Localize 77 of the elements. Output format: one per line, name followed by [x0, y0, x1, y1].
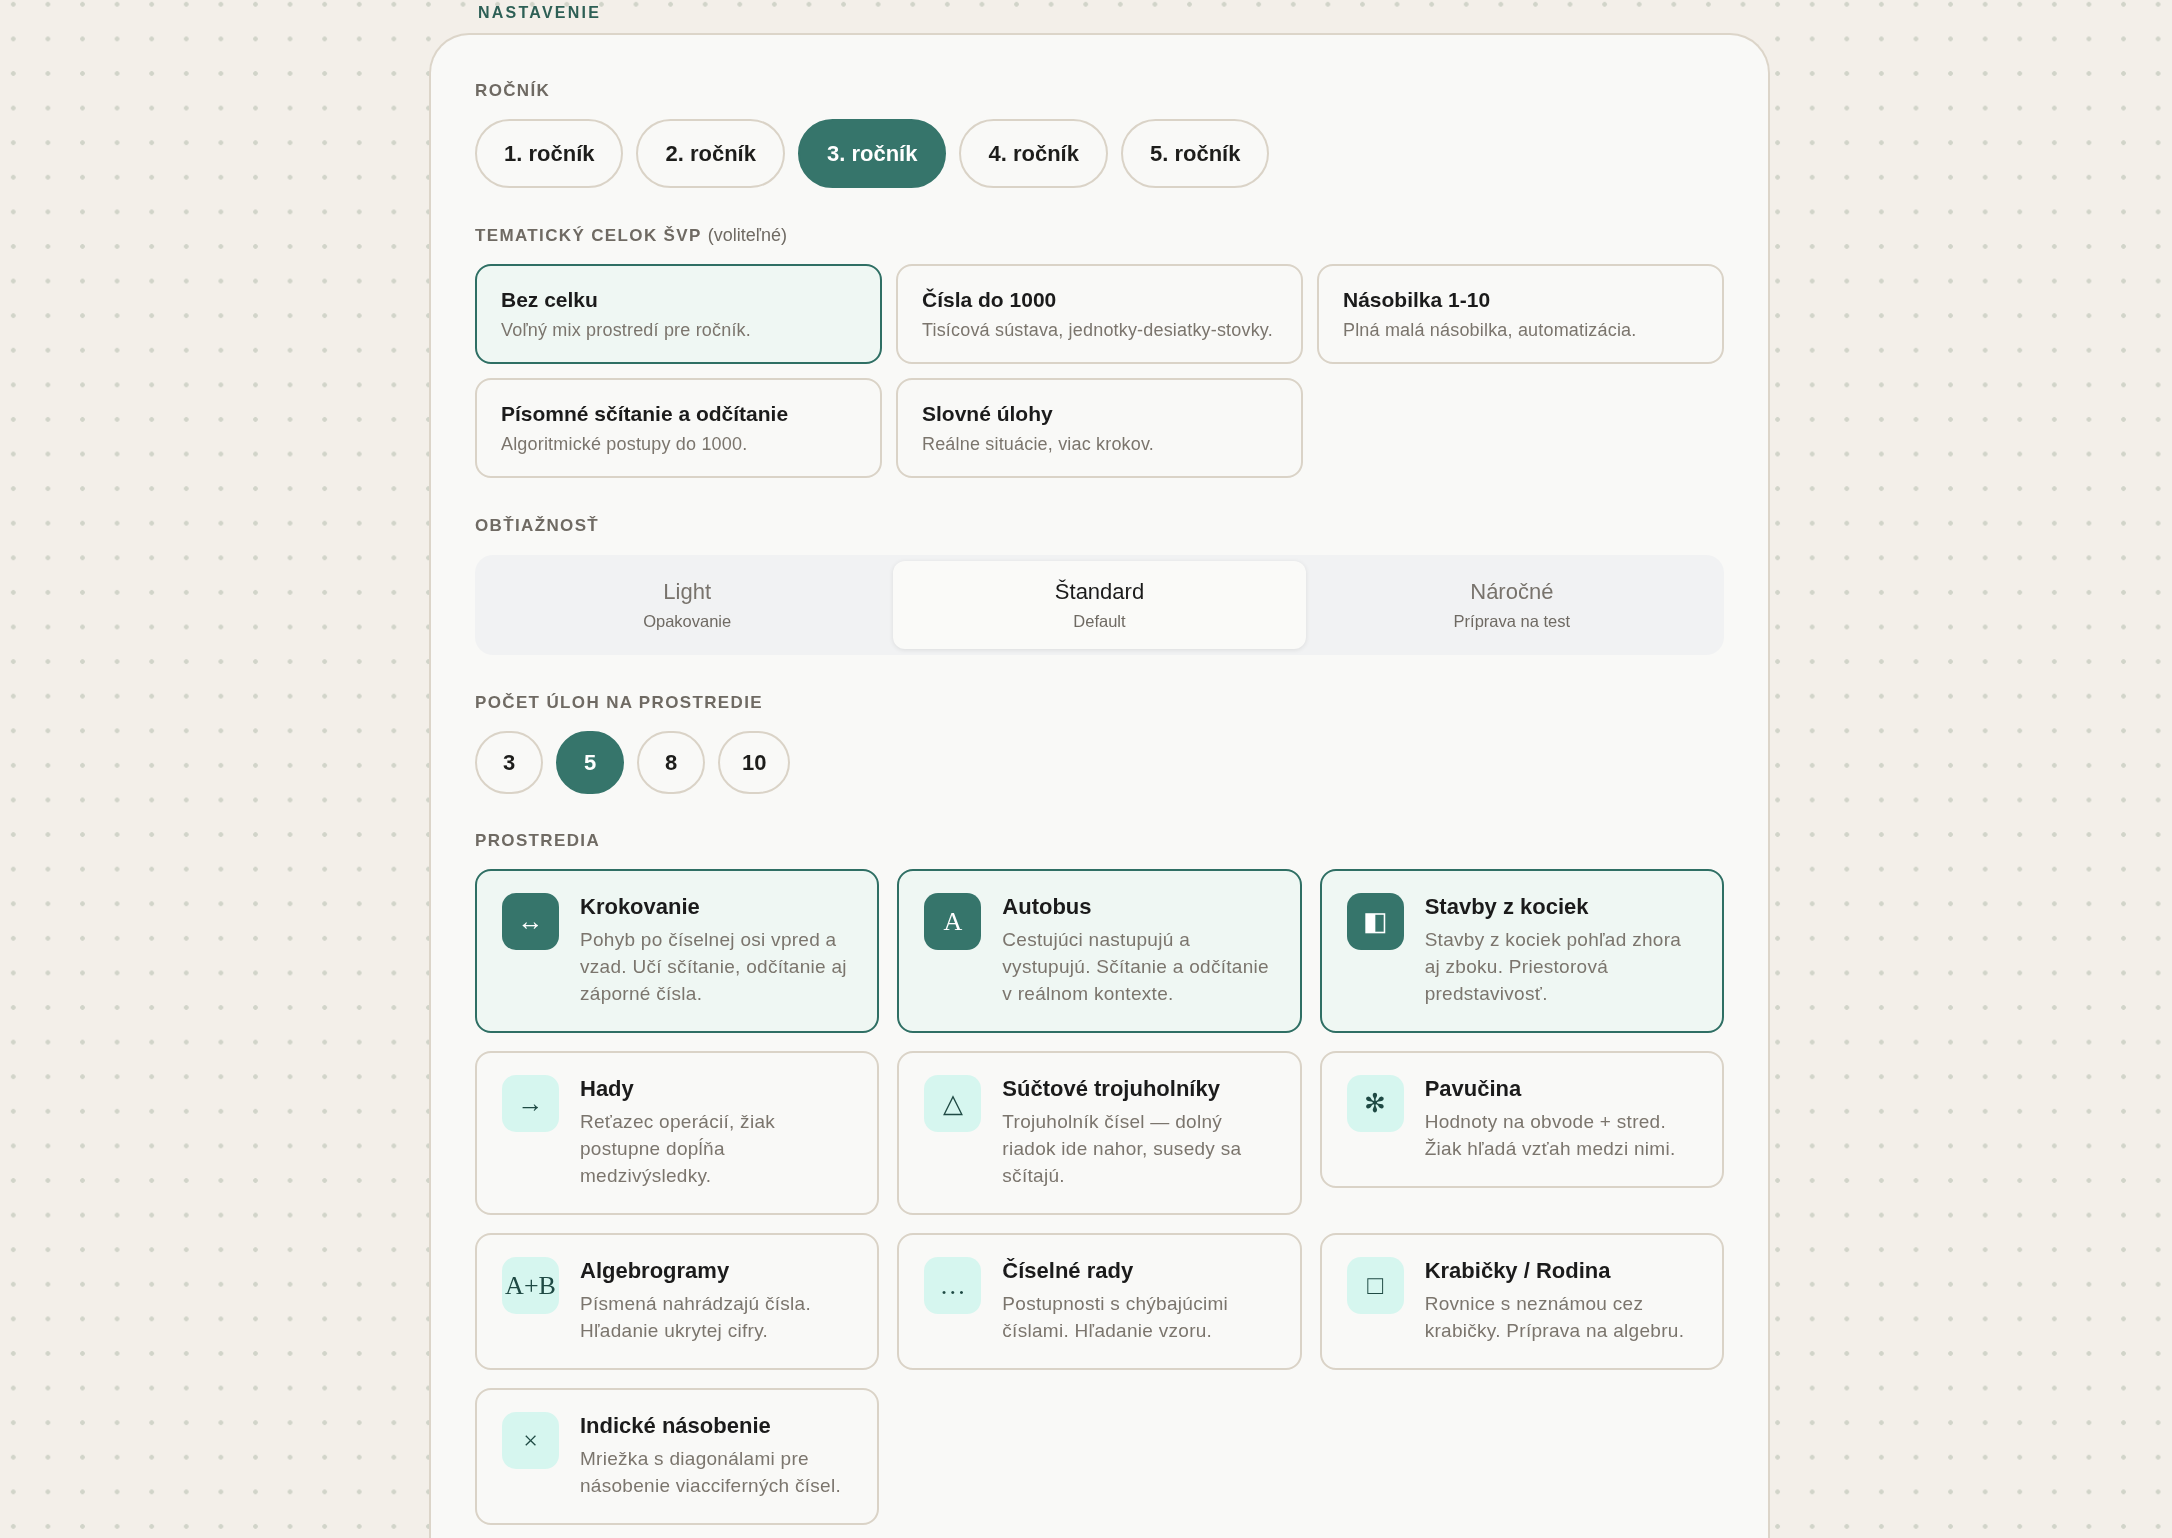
- grade-option[interactable]: 5. ročník: [1120, 119, 1270, 188]
- difficulty-subtitle: Default: [1073, 611, 1126, 631]
- environment-description: Postupnosti s chýbajúcimi číslami. Hľadanie vzoru.: [1002, 1292, 1230, 1343]
- count-option[interactable]: 5: [556, 731, 624, 794]
- half-square-icon: ◧: [1346, 893, 1404, 950]
- topic-description: Tisícová sústava, jednotky-desiatky-stovky.: [922, 319, 1273, 341]
- section-label: POČET ÚLOH NA PROSTREDIE: [475, 693, 763, 713]
- cross-icon: ×: [502, 1412, 559, 1469]
- count-option[interactable]: 8: [637, 731, 705, 794]
- difficulty-title: Light: [663, 579, 711, 605]
- topic-title: Násobilka 1-10: [1343, 287, 1491, 313]
- difficulty-option[interactable]: Štandard Default: [893, 561, 1306, 649]
- environment-title: Hady: [580, 1075, 635, 1103]
- environment-title: Algebrogramy: [580, 1257, 731, 1285]
- count-option[interactable]: 3: [475, 731, 543, 794]
- grade-option[interactable]: 2. ročník: [636, 119, 785, 188]
- ellipsis-icon: …: [924, 1257, 982, 1314]
- environment-description: Cestujúci nastupujú a vystupujú. Sčítanie a odčítanie v reálnom kontexte.: [1002, 928, 1270, 1006]
- environment-description: Pohyb po číselnej osi vpred a vzad. Učí sčítanie, odčítanie aj záporné čísla.: [580, 928, 848, 1006]
- asterisk-icon: ✻: [1346, 1075, 1404, 1132]
- environment-description: Mriežka s diagonálami pre násobenie viacciferných čísel.: [580, 1447, 842, 1498]
- topic-card[interactable]: Bez celku Voľný mix prostredí pre ročník.: [475, 264, 882, 364]
- grade-option[interactable]: 4. ročník: [959, 119, 1108, 188]
- grade-option[interactable]: 1. ročník: [475, 119, 624, 188]
- section-label: ROČNÍK: [475, 81, 551, 101]
- topic-title: Písomné sčítanie a odčítanie: [501, 401, 789, 427]
- grade-option[interactable]: 3. ročník: [797, 119, 947, 188]
- topic-description: Voľný mix prostredí pre ročník.: [501, 319, 751, 341]
- topic-card[interactable]: Násobilka 1-10 Plná malá násobilka, automatizácia.: [1317, 264, 1724, 364]
- section-label: PROSTREDIA: [475, 831, 601, 851]
- count-option[interactable]: 10: [718, 731, 791, 794]
- difficulty-title: Štandard: [1054, 579, 1145, 605]
- topic-card[interactable]: Čísla do 1000 Tisícová sústava, jednotky-desiatky-stovky.: [896, 264, 1303, 364]
- topic-title: Bez celku: [501, 287, 598, 313]
- topic-title: Čísla do 1000: [922, 287, 1057, 313]
- topic-card[interactable]: Slovné úlohy Reálne situácie, viac krokov.: [896, 378, 1303, 478]
- difficulty-title: Náročné: [1470, 579, 1554, 605]
- environment-title: Stavby z kociek: [1424, 893, 1590, 921]
- environment-card[interactable]: ↔ Krokovanie Pohyb po číselnej osi vpred a vzad. Učí sčítanie, odčítanie aj záporné čísla.: [475, 869, 880, 1033]
- environment-card[interactable]: … Číselné rady Postupnosti s chýbajúcimi číslami. Hľadanie vzoru.: [897, 1233, 1302, 1370]
- environment-card[interactable]: △ Súčtové trojuholníky Trojuholník čísel — dolný riadok ide nahor, susedy sa sčítajú.: [897, 1051, 1302, 1215]
- square-icon: □: [1346, 1257, 1404, 1314]
- environment-card[interactable]: A+B Algebrogramy Písmená nahrádzajú čísla. Hľadanie ukrytej cifry.: [475, 1233, 880, 1370]
- environment-description: Trojuholník čísel — dolný riadok ide nahor, susedy sa sčítajú.: [1002, 1110, 1243, 1188]
- environment-title: Číselné rady: [1002, 1257, 1135, 1285]
- difficulty-subtitle: Príprava na test: [1453, 611, 1571, 631]
- environment-card[interactable]: ✻ Pavučina Hodnoty na obvode + stred. Žiak hľadá vzťah medzi nimi.: [1319, 1051, 1724, 1188]
- environment-card[interactable]: × Indické násobenie Mriežka s diagonálami pre násobenie viacciferných čísel.: [475, 1388, 880, 1525]
- environment-card[interactable]: □ Krabičky / Rodina Rovnice s neznámou cez krabičky. Príprava na algebru.: [1319, 1233, 1724, 1370]
- topic-description: Algoritmické postupy do 1000.: [501, 433, 748, 455]
- environment-card[interactable]: ◧ Stavby z kociek Stavby z kociek pohľad zhora aj zboku. Priestorová predstavivosť.: [1319, 869, 1724, 1033]
- environment-title: Indické násobenie: [580, 1412, 772, 1440]
- environment-title: Krokovanie: [580, 893, 701, 921]
- section-label: TEMATICKÝ CELOK ŠVP: [475, 226, 702, 246]
- environment-description: Stavby z kociek pohľad zhora aj zboku. Priestorová predstavivosť.: [1424, 928, 1683, 1006]
- topic-title: Slovné úlohy: [922, 401, 1053, 427]
- environment-description: Reťazec operácií, žiak postupne dopĺňa medzivýsledky.: [580, 1110, 777, 1188]
- topic-description: Plná malá násobilka, automatizácia.: [1343, 319, 1637, 341]
- section-label: OBŤIAŽNOSŤ: [475, 516, 600, 536]
- difficulty-option[interactable]: Náročné Príprava na test: [1305, 561, 1718, 649]
- optional-hint: (voliteľné): [707, 225, 787, 245]
- letter-a-icon: A: [924, 893, 982, 950]
- environment-description: Hodnoty na obvode + stred. Žiak hľadá vzťah medzi nimi.: [1424, 1110, 1677, 1161]
- section-heading: NASTAVENIE: [478, 4, 602, 22]
- environment-card[interactable]: A Autobus Cestujúci nastupujú a vystupujú. Sčítanie a odčítanie v reálnom kontexte.: [897, 869, 1302, 1033]
- difficulty-subtitle: Opakovanie: [643, 611, 732, 631]
- topic-card[interactable]: Písomné sčítanie a odčítanie Algoritmické postupy do 1000.: [475, 378, 882, 478]
- environment-card[interactable]: → Hady Reťazec operácií, žiak postupne dopĺňa medzivýsledky.: [475, 1051, 880, 1215]
- environment-title: Autobus: [1002, 893, 1093, 921]
- topic-description: Reálne situácie, viac krokov.: [922, 433, 1154, 455]
- environment-title: Súčtové trojuholníky: [1002, 1075, 1221, 1103]
- difficulty-option[interactable]: Light Opakovanie: [481, 561, 894, 649]
- environment-description: Rovnice s neznámou cez krabičky. Príprava na algebru.: [1424, 1292, 1686, 1343]
- environment-title: Pavučina: [1424, 1075, 1523, 1103]
- environment-description: Písmená nahrádzajú čísla. Hľadanie ukrytej cifry.: [580, 1292, 813, 1343]
- a-plus-b-icon: A+B: [502, 1257, 559, 1314]
- environment-title: Krabičky / Rodina: [1424, 1257, 1612, 1285]
